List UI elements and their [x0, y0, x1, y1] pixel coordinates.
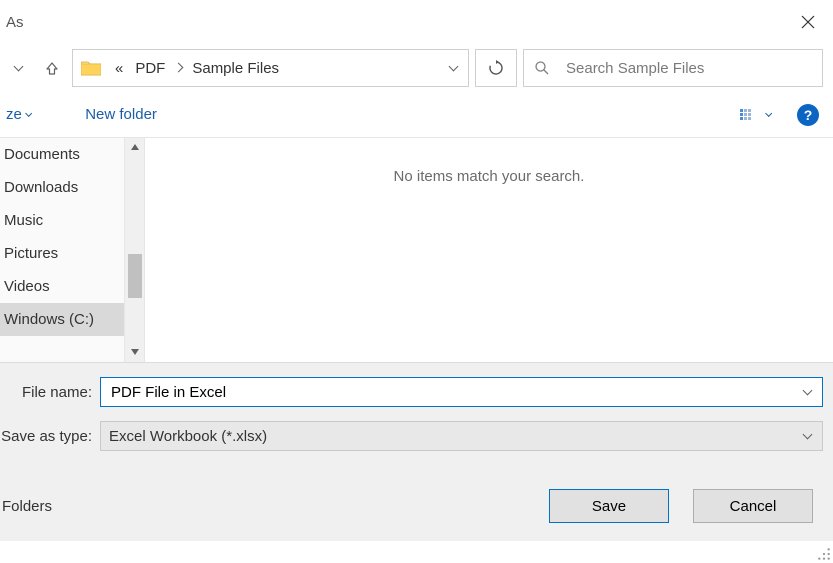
filename-input[interactable]	[109, 383, 794, 402]
filename-dropdown-button[interactable]	[794, 378, 820, 406]
sidebar-item-videos[interactable]: Videos	[0, 270, 124, 303]
view-icon	[740, 107, 760, 123]
filename-label: File name:	[0, 384, 100, 401]
navigation-tree[interactable]: Documents Downloads Music Pictures Video…	[0, 138, 125, 362]
window-title: As	[6, 14, 24, 31]
view-options-button[interactable]	[732, 107, 779, 123]
new-folder-label: New folder	[85, 106, 157, 123]
resize-grip-icon[interactable]	[817, 547, 831, 561]
chevron-down-icon	[802, 386, 812, 396]
search-box[interactable]	[523, 49, 823, 87]
scroll-down-icon[interactable]	[131, 347, 139, 358]
sidebar-item-downloads[interactable]: Downloads	[0, 171, 124, 204]
scrollbar-thumb[interactable]	[128, 254, 142, 298]
empty-message: No items match your search.	[394, 168, 585, 362]
chevron-down-icon	[802, 430, 812, 440]
address-dropdown-button[interactable]	[438, 50, 468, 86]
filetype-value: Excel Workbook (*.xlsx)	[109, 428, 794, 445]
sidebar-item-music[interactable]: Music	[0, 204, 124, 237]
filetype-dropdown-button[interactable]	[794, 422, 820, 450]
breadcrumb-overflow-label: «	[115, 60, 123, 77]
toolbar: ze New folder ?	[0, 92, 833, 138]
up-button[interactable]	[38, 51, 66, 85]
chevron-down-icon	[13, 62, 23, 72]
chevron-down-icon	[448, 62, 458, 72]
breadcrumb-label: Sample Files	[192, 60, 279, 77]
footer-panel: File name: Save as type: Excel Workbook …	[0, 362, 833, 541]
chevron-right-icon	[171, 62, 186, 74]
address-bar[interactable]: « PDF Sample Files	[72, 49, 469, 87]
sidebar-item-pictures[interactable]: Pictures	[0, 237, 124, 270]
new-folder-button[interactable]: New folder	[79, 102, 163, 127]
content-area: Documents Downloads Music Pictures Video…	[0, 138, 833, 362]
forward-dropdown-button[interactable]	[4, 51, 32, 85]
up-arrow-icon	[45, 61, 59, 75]
breadcrumb-pdf[interactable]: PDF	[129, 50, 171, 86]
browse-folders-toggle[interactable]: Folders	[2, 498, 52, 515]
organize-label: ze	[6, 106, 22, 123]
search-input[interactable]	[564, 59, 812, 78]
close-button[interactable]	[783, 0, 833, 44]
refresh-icon	[488, 60, 504, 76]
scroll-up-icon[interactable]	[131, 142, 139, 153]
search-icon	[534, 60, 550, 76]
breadcrumb-sample-files[interactable]: Sample Files	[186, 50, 285, 86]
folder-icon	[79, 56, 103, 80]
help-icon: ?	[804, 107, 813, 123]
titlebar: As	[0, 0, 833, 44]
filetype-label: Save as type:	[0, 428, 100, 445]
save-button[interactable]: Save	[549, 489, 669, 523]
refresh-button[interactable]	[475, 49, 517, 87]
breadcrumb-overflow[interactable]: «	[109, 50, 129, 86]
filename-combobox[interactable]	[100, 377, 823, 407]
cancel-button[interactable]: Cancel	[693, 489, 813, 523]
chevron-down-icon	[25, 110, 33, 118]
filetype-combobox[interactable]: Excel Workbook (*.xlsx)	[100, 421, 823, 451]
sidebar-item-documents[interactable]: Documents	[0, 138, 124, 171]
close-icon	[801, 15, 815, 29]
file-list[interactable]: No items match your search.	[145, 138, 833, 362]
breadcrumb-label: PDF	[135, 60, 165, 77]
sidebar-scrollbar[interactable]	[125, 138, 145, 362]
chevron-down-icon	[765, 110, 773, 118]
organize-button[interactable]: ze	[0, 102, 37, 127]
help-button[interactable]: ?	[797, 104, 819, 126]
sidebar-item-windows-c[interactable]: Windows (C:)	[0, 303, 124, 336]
nav-row: « PDF Sample Files	[0, 44, 833, 92]
